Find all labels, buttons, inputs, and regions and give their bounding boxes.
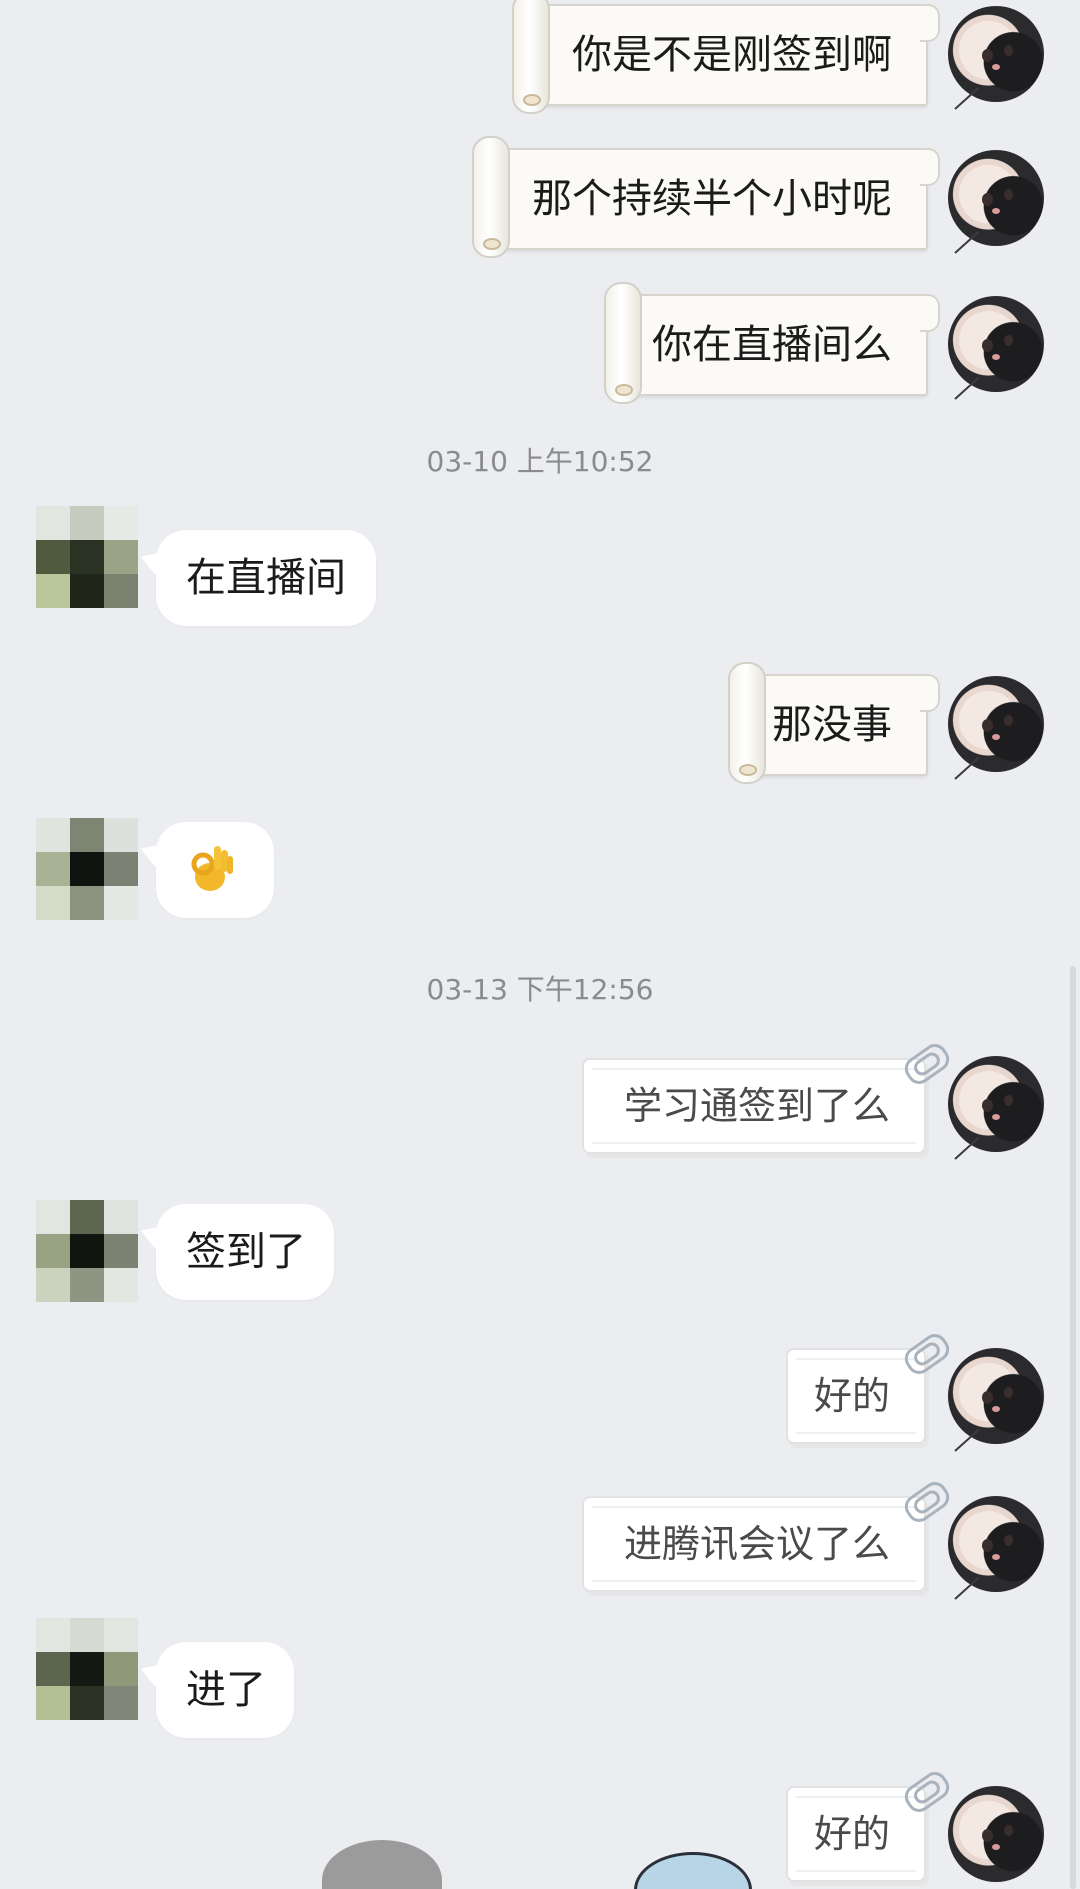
my-avatar[interactable] bbox=[948, 296, 1044, 392]
chat-timestamp: 03-13 下午12:56 bbox=[426, 973, 654, 1006]
message-text: 你在直播间么 bbox=[652, 322, 892, 368]
cat-eye bbox=[1004, 45, 1013, 56]
chat-timestamp: 03-10 上午10:52 bbox=[426, 445, 654, 478]
my-message-bubble[interactable]: 你是不是刚签到啊 bbox=[512, 0, 940, 114]
my-avatar[interactable] bbox=[948, 1056, 1044, 1152]
contact-message-bubble[interactable]: 在直播间 bbox=[156, 530, 376, 626]
cat-eye bbox=[982, 1539, 993, 1552]
scroll-curl-decoration bbox=[920, 4, 940, 42]
cat-eye bbox=[1004, 1095, 1013, 1106]
cat-eye bbox=[982, 719, 993, 732]
message-text: 进了 bbox=[186, 1667, 266, 1713]
contact-message-bubble[interactable]: 签到了 bbox=[156, 1204, 334, 1300]
message-text: 那没事 bbox=[772, 702, 892, 748]
my-avatar[interactable] bbox=[948, 6, 1044, 102]
my-message-bubble[interactable]: 好的 bbox=[786, 1767, 954, 1882]
my-avatar[interactable] bbox=[948, 150, 1044, 246]
my-message-bubble[interactable]: 学习通签到了么 bbox=[582, 1039, 954, 1154]
cat-eye bbox=[1004, 189, 1013, 200]
message-text: 在直播间 bbox=[186, 555, 346, 601]
my-message-bubble[interactable]: 那没事 bbox=[728, 662, 940, 784]
scroll-roll-icon bbox=[512, 0, 550, 114]
cat-eye bbox=[982, 1829, 993, 1842]
cat-nose bbox=[992, 64, 1000, 70]
scroll-curl-decoration bbox=[920, 148, 940, 186]
message-text: 签到了 bbox=[186, 1229, 306, 1275]
cat-eye bbox=[1004, 1387, 1013, 1398]
ok-hand-emoji bbox=[191, 846, 233, 891]
message-text: 学习通签到了么 bbox=[623, 1084, 890, 1128]
my-avatar[interactable] bbox=[948, 1496, 1044, 1592]
scroll-roll-icon bbox=[472, 136, 510, 258]
my-message-bubble[interactable]: 你在直播间么 bbox=[604, 282, 940, 404]
scroll-roll-icon bbox=[728, 662, 766, 784]
cat-nose bbox=[992, 208, 1000, 214]
message-text: 好的 bbox=[813, 1374, 890, 1418]
cat-nose bbox=[992, 1554, 1000, 1560]
contact-avatar[interactable] bbox=[36, 506, 138, 608]
cat-eye bbox=[982, 193, 993, 206]
my-message-bubble[interactable]: 那个持续半个小时呢 bbox=[472, 136, 940, 258]
scroll-curl-decoration bbox=[920, 674, 940, 712]
cat-eye bbox=[1004, 715, 1013, 726]
my-avatar[interactable] bbox=[948, 1348, 1044, 1444]
contact-message-bubble[interactable] bbox=[156, 822, 274, 918]
cat-eye bbox=[1004, 1825, 1013, 1836]
contact-avatar[interactable] bbox=[36, 1200, 138, 1302]
message-text: 你是不是刚签到啊 bbox=[572, 32, 892, 78]
scroll-curl-decoration bbox=[920, 294, 940, 332]
cat-nose bbox=[992, 354, 1000, 360]
cat-nose bbox=[992, 1406, 1000, 1412]
cat-eye bbox=[1004, 335, 1013, 346]
contact-avatar[interactable] bbox=[36, 818, 138, 920]
cat-eye bbox=[982, 339, 993, 352]
scrollbar[interactable] bbox=[1070, 966, 1076, 1889]
cat-nose bbox=[992, 734, 1000, 740]
cat-nose bbox=[992, 1114, 1000, 1120]
cat-nose bbox=[992, 1844, 1000, 1850]
sticker-preview bbox=[634, 1852, 752, 1889]
my-message-bubble[interactable]: 进腾讯会议了么 bbox=[582, 1477, 954, 1592]
cat-eye bbox=[982, 49, 993, 62]
cat-eye bbox=[982, 1391, 993, 1404]
scroll-roll-icon bbox=[604, 282, 642, 404]
message-text: 好的 bbox=[813, 1812, 890, 1856]
message-text: 进腾讯会议了么 bbox=[623, 1522, 890, 1566]
contact-avatar[interactable] bbox=[36, 1618, 138, 1720]
my-avatar[interactable] bbox=[948, 1786, 1044, 1882]
contact-message-bubble[interactable]: 进了 bbox=[156, 1642, 294, 1738]
message-text: 那个持续半个小时呢 bbox=[532, 176, 892, 222]
chat-screen: 你是不是刚签到啊 那个持续半个小时呢 你在直播间么 03-10 上午10:52 bbox=[0, 0, 1080, 1889]
sticker-preview bbox=[322, 1840, 442, 1889]
my-message-bubble[interactable]: 好的 bbox=[786, 1329, 954, 1444]
cat-eye bbox=[1004, 1535, 1013, 1546]
cat-eye bbox=[982, 1099, 993, 1112]
my-avatar[interactable] bbox=[948, 676, 1044, 772]
